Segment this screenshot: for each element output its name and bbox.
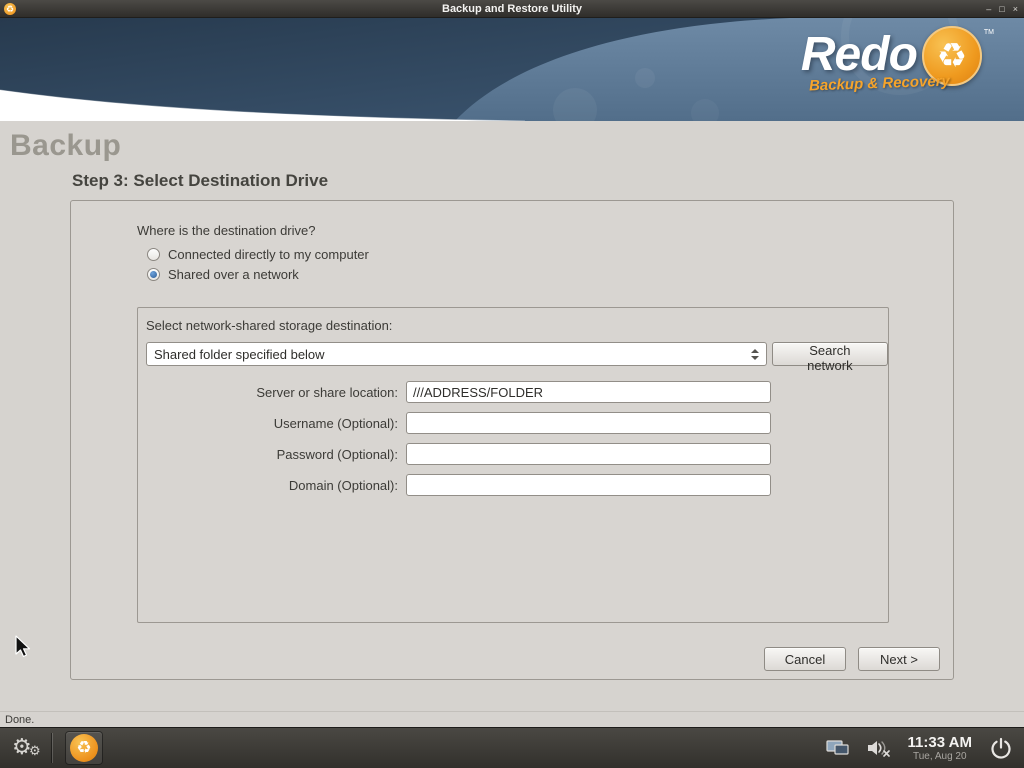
minimize-button[interactable]: – xyxy=(986,0,991,18)
username-row: Username (Optional): xyxy=(146,412,771,434)
header-banner: Redo ♻ TM Backup & Recovery xyxy=(0,18,1024,121)
destination-dropdown[interactable]: Shared folder specified below xyxy=(146,342,767,366)
close-button[interactable]: × xyxy=(1013,0,1018,18)
password-input[interactable] xyxy=(406,443,771,465)
display-icon[interactable] xyxy=(826,738,850,758)
page-title: Backup xyxy=(10,129,121,163)
taskbar-separator xyxy=(52,733,53,763)
domain-row: Domain (Optional): xyxy=(146,474,771,496)
radio-button-unselected-icon[interactable] xyxy=(147,248,160,261)
destination-panel: Where is the destination drive? Connecte… xyxy=(70,200,954,680)
network-settings-panel: Select network-shared storage destinatio… xyxy=(137,307,889,623)
password-row: Password (Optional): xyxy=(146,443,771,465)
server-location-label: Server or share location: xyxy=(146,385,398,400)
radio-connected-directly[interactable]: Connected directly to my computer xyxy=(147,247,369,262)
backup-restore-window: { "window": { "title": "Backup and Resto… xyxy=(0,0,1024,768)
radio-label: Connected directly to my computer xyxy=(168,247,369,262)
server-location-input[interactable] xyxy=(406,381,771,403)
radio-shared-network[interactable]: Shared over a network xyxy=(147,267,299,282)
panel-actions: Cancel Next > xyxy=(764,647,940,671)
power-button[interactable] xyxy=(988,735,1014,761)
window-title: Backup and Restore Utility xyxy=(0,3,1024,15)
redo-launcher-button[interactable]: ♻ xyxy=(65,731,103,765)
taskbar: ⚙ ⚙ ♻ 11:33 AM Tue, Aug 20 xyxy=(0,727,1024,768)
destination-question: Where is the destination drive? xyxy=(137,223,315,238)
username-label: Username (Optional): xyxy=(146,416,398,431)
logo-trademark: TM xyxy=(984,29,994,36)
window-controls: – □ × xyxy=(986,0,1018,18)
maximize-button[interactable]: □ xyxy=(999,0,1004,18)
username-input[interactable] xyxy=(406,412,771,434)
titlebar: ♻ Backup and Restore Utility – □ × xyxy=(0,0,1024,18)
network-destination-label: Select network-shared storage destinatio… xyxy=(146,318,392,333)
search-network-button[interactable]: Search network xyxy=(772,342,888,366)
cancel-button[interactable]: Cancel xyxy=(764,647,846,671)
password-label: Password (Optional): xyxy=(146,447,398,462)
volume-muted-icon[interactable] xyxy=(866,738,892,758)
redo-launcher-icon: ♻ xyxy=(70,734,98,762)
dropdown-value: Shared folder specified below xyxy=(154,347,325,362)
server-location-row: Server or share location: xyxy=(146,381,771,403)
main-content: Backup Step 3: Select Destination Drive … xyxy=(0,121,1024,711)
gear-small-icon: ⚙ xyxy=(29,743,41,759)
next-button[interactable]: Next > xyxy=(858,647,940,671)
domain-label: Domain (Optional): xyxy=(146,478,398,493)
clock[interactable]: 11:33 AM Tue, Aug 20 xyxy=(908,734,972,763)
settings-gear-icon[interactable]: ⚙ ⚙ xyxy=(10,732,46,764)
domain-input[interactable] xyxy=(406,474,771,496)
radio-button-selected-icon[interactable] xyxy=(147,268,160,281)
radio-label: Shared over a network xyxy=(168,267,299,282)
step-title: Step 3: Select Destination Drive xyxy=(72,171,328,191)
dropdown-stepper-icon[interactable] xyxy=(751,343,759,365)
clock-date: Tue, Aug 20 xyxy=(913,751,967,763)
status-text: Done. xyxy=(5,714,34,726)
status-bar: Done. xyxy=(0,711,1024,727)
clock-time: 11:33 AM xyxy=(908,734,972,751)
system-tray: 11:33 AM Tue, Aug 20 xyxy=(826,734,1014,763)
destination-dropdown-row: Shared folder specified below Search net… xyxy=(146,342,888,366)
